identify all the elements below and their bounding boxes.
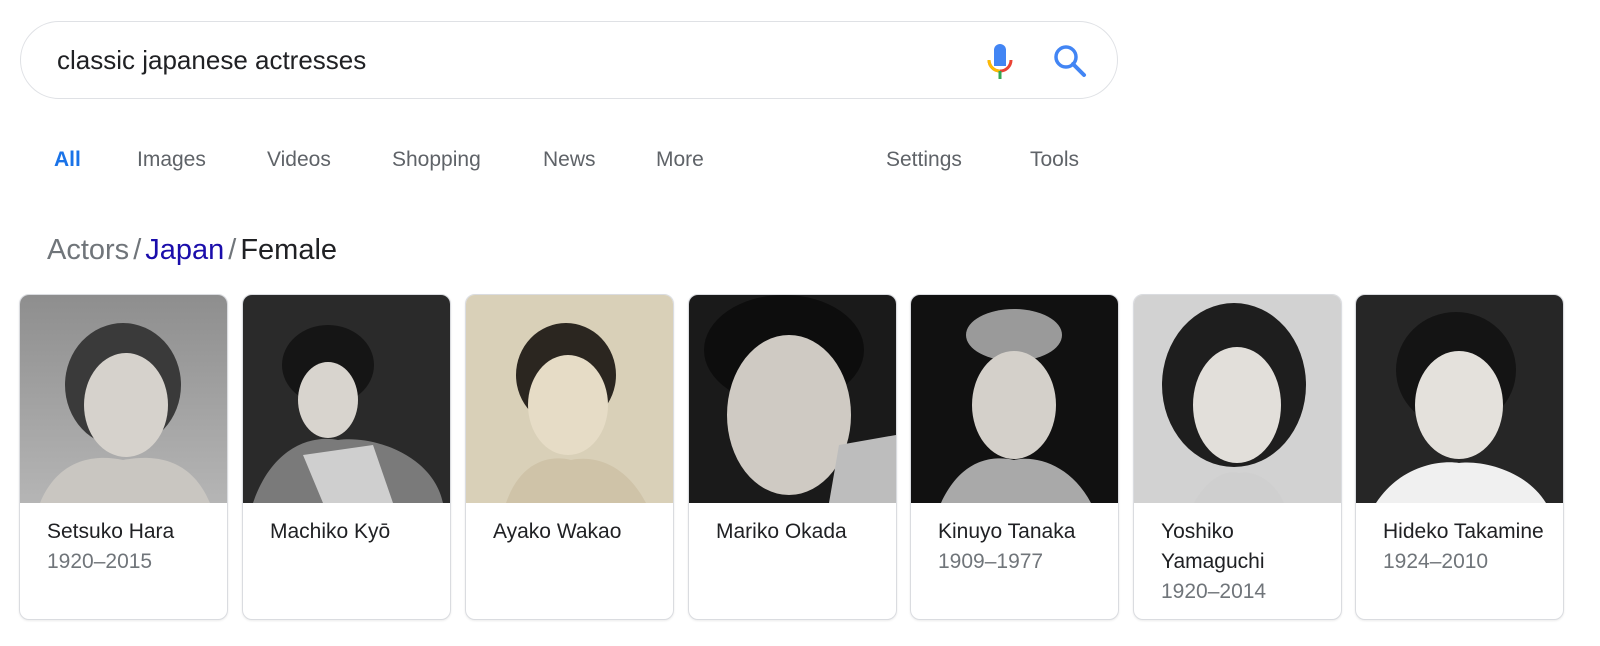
actress-info: Mariko Okada bbox=[716, 517, 888, 547]
actress-card[interactable]: Mariko Okada bbox=[688, 294, 897, 620]
actress-name: Machiko Kyō bbox=[270, 520, 391, 543]
search-icon bbox=[1054, 45, 1086, 77]
tab-all[interactable]: All bbox=[54, 140, 81, 180]
actress-card[interactable]: Hideko Takamine 1924–2010 bbox=[1355, 294, 1564, 620]
actress-info: Machiko Kyō bbox=[270, 517, 442, 547]
actress-name: Hideko Takamine bbox=[1383, 520, 1544, 543]
actress-info: Yoshiko Yamaguchi 1920–2014 bbox=[1161, 517, 1333, 607]
actress-card[interactable]: Setsuko Hara 1920–2015 bbox=[19, 294, 228, 620]
actress-years: 1909–1977 bbox=[938, 550, 1044, 573]
actress-name: Setsuko Hara bbox=[47, 520, 175, 543]
tab-shopping[interactable]: Shopping bbox=[392, 140, 481, 180]
actress-card[interactable]: Yoshiko Yamaguchi 1920–2014 bbox=[1133, 294, 1342, 620]
actress-photo bbox=[1356, 295, 1563, 503]
actress-info: Kinuyo Tanaka 1909–1977 bbox=[938, 517, 1110, 577]
actress-info: Hideko Takamine 1924–2010 bbox=[1383, 517, 1555, 577]
actress-card[interactable]: Machiko Kyō bbox=[242, 294, 451, 620]
tab-settings[interactable]: Settings bbox=[886, 140, 962, 180]
actress-info: Ayako Wakao bbox=[493, 517, 665, 547]
tab-images[interactable]: Images bbox=[137, 140, 206, 180]
breadcrumb-separator: / bbox=[228, 234, 237, 266]
search-input[interactable]: classic japanese actresses bbox=[57, 22, 366, 98]
breadcrumb-female: Female bbox=[240, 234, 338, 266]
actress-photo bbox=[911, 295, 1118, 503]
actress-info: Setsuko Hara 1920–2015 bbox=[47, 517, 219, 577]
tab-tools[interactable]: Tools bbox=[1030, 140, 1079, 180]
breadcrumb-japan[interactable]: Japan bbox=[145, 234, 224, 266]
actress-name: Mariko Okada bbox=[716, 520, 847, 543]
actress-name: Kinuyo Tanaka bbox=[938, 520, 1076, 543]
actress-name: Yoshiko Yamaguchi bbox=[1161, 520, 1265, 573]
actress-name: Ayako Wakao bbox=[493, 520, 622, 543]
actress-photo bbox=[466, 295, 673, 503]
breadcrumb: Actors / Japan / Female bbox=[47, 230, 337, 270]
actress-years: 1920–2015 bbox=[47, 550, 153, 573]
actress-card[interactable]: Ayako Wakao bbox=[465, 294, 674, 620]
microphone-icon[interactable] bbox=[985, 42, 1015, 82]
actress-carousel: Setsuko Hara 1920–2015 Machiko Kyō Ayako… bbox=[0, 294, 1600, 624]
tab-more[interactable]: More bbox=[656, 140, 704, 180]
breadcrumb-separator: / bbox=[133, 234, 142, 266]
tab-videos[interactable]: Videos bbox=[267, 140, 331, 180]
tab-news[interactable]: News bbox=[543, 140, 596, 180]
actress-photo bbox=[689, 295, 896, 503]
actress-card[interactable]: Kinuyo Tanaka 1909–1977 bbox=[910, 294, 1119, 620]
actress-years: 1920–2014 bbox=[1161, 580, 1267, 603]
actress-photo bbox=[1134, 295, 1341, 503]
breadcrumb-actors[interactable]: Actors bbox=[47, 234, 129, 266]
search-box[interactable]: classic japanese actresses bbox=[20, 21, 1118, 99]
search-tabs: All Images Videos Shopping News More Set… bbox=[0, 140, 1200, 180]
actress-years: 1924–2010 bbox=[1383, 550, 1489, 573]
actress-photo bbox=[243, 295, 450, 503]
search-button[interactable] bbox=[1051, 42, 1089, 80]
actress-photo bbox=[20, 295, 227, 503]
